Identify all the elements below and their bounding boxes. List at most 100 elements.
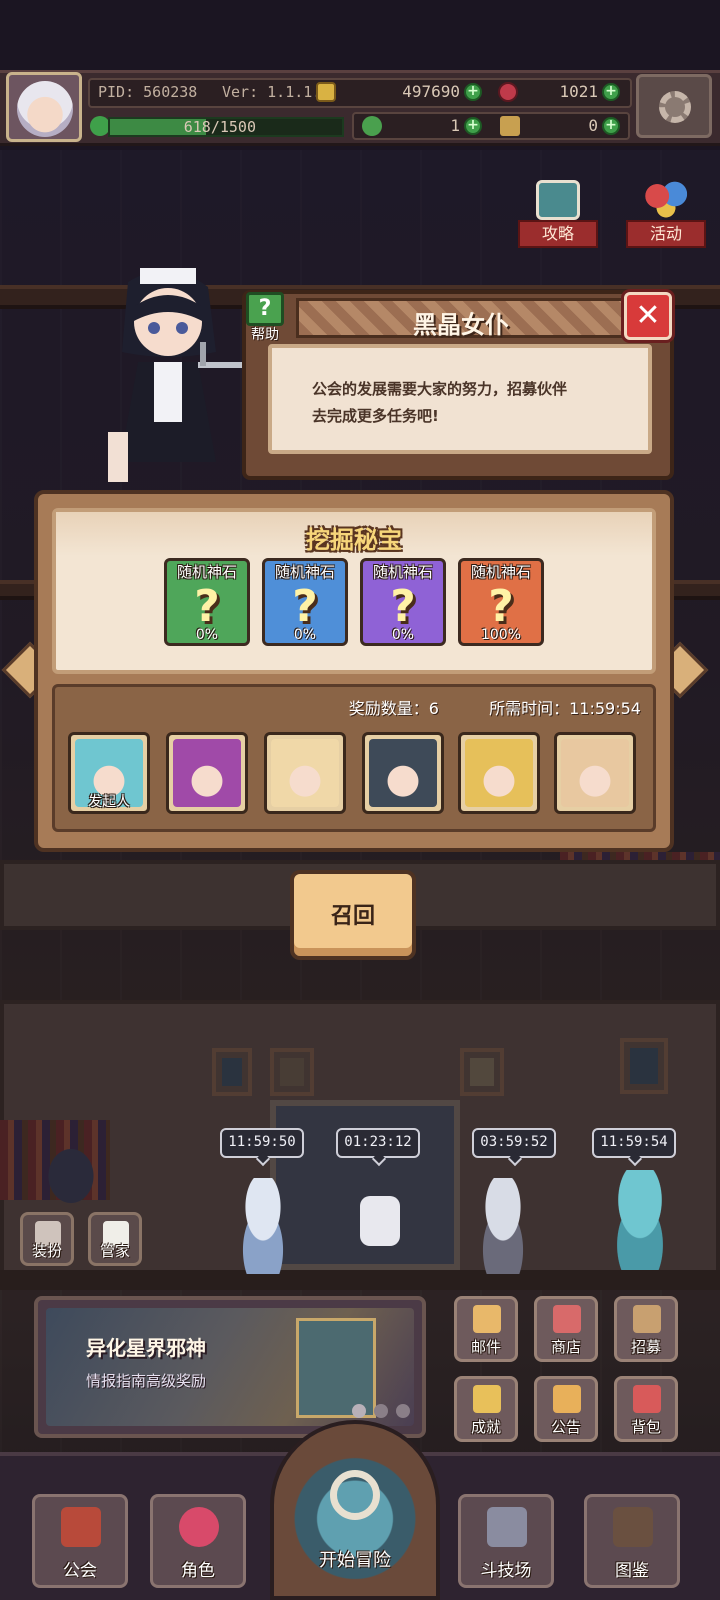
party-hero-6[interactable] [554, 732, 636, 814]
shop-icon [553, 1305, 581, 1333]
banner-page-dot[interactable] [352, 1404, 366, 1418]
initiator-tag: 发起人 [88, 794, 130, 810]
black-crystal-maid-character [108, 268, 246, 482]
stone-percent: 0% [195, 627, 219, 643]
announcement-button[interactable]: 公告 [534, 1376, 598, 1442]
strategy-button[interactable]: 攻略 [518, 176, 598, 254]
achievement-label: 成就 [470, 1418, 501, 1436]
stone-label: 随机神石 [274, 563, 335, 581]
stone-label: 随机神石 [470, 563, 531, 581]
stone-label: 随机神石 [176, 563, 237, 581]
hero-portrait [271, 739, 339, 807]
help-button[interactable]: ? 帮助 [240, 290, 290, 346]
guild-member-3[interactable] [468, 1178, 538, 1274]
party-hero-5[interactable] [458, 732, 540, 814]
key-amount: 0 [588, 116, 598, 135]
achievement-button[interactable]: 成就 [454, 1376, 518, 1442]
nav-arena-label: 斗技场 [480, 1561, 532, 1581]
nav-codex[interactable]: 图鉴 [584, 1494, 680, 1588]
swords-icon [487, 1507, 527, 1547]
mail-icon [473, 1305, 501, 1333]
clover-icon [362, 116, 382, 136]
party-hero-2[interactable] [166, 732, 248, 814]
question-mark-icon: ? [390, 581, 416, 632]
strategy-label: 攻略 [518, 220, 598, 248]
strategy-icon [536, 180, 580, 220]
stone-percent: 0% [391, 627, 415, 643]
backpack-button[interactable]: 背包 [614, 1376, 678, 1442]
help-label: 帮助 [251, 327, 279, 343]
settings-button[interactable] [636, 74, 712, 138]
timer-text: 01:23:12 [344, 1134, 412, 1150]
close-icon: ✕ [635, 298, 661, 333]
banner-page-dot[interactable] [396, 1404, 410, 1418]
dress-up-button[interactable]: 装扮 [20, 1212, 74, 1266]
random-god-stone-4[interactable]: 随机神石 ? 100% [458, 558, 544, 646]
player-avatar[interactable] [6, 72, 82, 142]
gold-coin-icon [316, 82, 336, 102]
random-god-stone-3[interactable]: 随机神石 ? 0% [360, 558, 446, 646]
nav-arena[interactable]: 斗技场 [458, 1494, 554, 1588]
gear-icon [659, 91, 691, 123]
add-key-button[interactable]: + [602, 117, 620, 135]
stone-percent: 0% [293, 627, 317, 643]
party-hero-4[interactable] [362, 732, 444, 814]
dialog-title: 黑晶女仆 [413, 311, 509, 339]
recruit-button[interactable]: 招募 [614, 1296, 678, 1362]
key-icon [500, 116, 520, 136]
nav-character[interactable]: 角色 [150, 1494, 246, 1588]
banner-page-dot[interactable] [374, 1404, 388, 1418]
mail-button[interactable]: 邮件 [454, 1296, 518, 1362]
timer-bubble-3: 03:59:52 [472, 1128, 556, 1167]
dig-title: 挖掘秘宝 [306, 526, 402, 554]
random-god-stone-2[interactable]: 随机神石 ? 0% [262, 558, 348, 646]
timer-bubble-2: 01:23:12 [336, 1128, 420, 1167]
guild-member-1[interactable] [228, 1178, 298, 1274]
player-id: PID: 560238 [98, 83, 198, 101]
party-hero-3[interactable] [264, 732, 346, 814]
character-icon [179, 1507, 219, 1547]
gold-amount: 497690 [402, 82, 460, 101]
hero-portrait [465, 739, 533, 807]
balloon-icon [644, 180, 688, 220]
red-gem-icon [498, 82, 518, 102]
nav-guild[interactable]: 公会 [32, 1494, 128, 1588]
nav-character-label: 角色 [181, 1561, 215, 1581]
time-required: 所需时间：11:59:54 [489, 699, 641, 718]
party-hero-1[interactable]: 发起人 [68, 732, 150, 814]
magnifier-icon [330, 1470, 380, 1520]
guild-member-4[interactable] [600, 1170, 680, 1270]
timer-text: 11:59:54 [600, 1134, 668, 1150]
add-gem-button[interactable]: + [602, 83, 620, 101]
bag-icon [633, 1385, 661, 1413]
stone-percent: 100% [480, 627, 522, 643]
maid-npc[interactable] [36, 1148, 106, 1218]
close-button[interactable]: ✕ [624, 292, 672, 340]
butler-button[interactable]: 管家 [88, 1212, 142, 1266]
timer-bubble-4: 11:59:54 [592, 1128, 676, 1167]
stone-label: 随机神石 [372, 563, 433, 581]
shop-label: 商店 [550, 1338, 581, 1356]
boss-portrait [296, 1318, 376, 1418]
reward-info: 奖励数量：6 所需时间：11:59:54 [349, 695, 641, 719]
dialog-message-line1: 公会的发展需要大家的努力，招募伙伴 [312, 380, 568, 398]
energy-value: 618/1500 [183, 118, 256, 136]
add-clover-button[interactable]: + [464, 117, 482, 135]
backpack-label: 背包 [630, 1418, 661, 1436]
hero-portrait [173, 739, 241, 807]
mail-label: 邮件 [470, 1338, 501, 1356]
hero-portrait [369, 739, 437, 807]
event-button[interactable]: 活动 [626, 176, 706, 254]
add-gold-button[interactable]: + [464, 83, 482, 101]
shop-button[interactable]: 商店 [534, 1296, 598, 1362]
question-mark-icon: ? [194, 581, 220, 632]
random-god-stone-1[interactable]: 随机神石 ? 0% [164, 558, 250, 646]
question-mark-icon: ? [292, 581, 318, 632]
guild-cat[interactable] [360, 1196, 400, 1246]
event-banner[interactable]: 异化星界邪神 情报指南高级奖励 [34, 1296, 426, 1438]
book-icon [613, 1507, 653, 1547]
recall-button[interactable]: 召回 [290, 870, 416, 960]
gem-amount: 1021 [559, 82, 598, 101]
timer-text: 11:59:50 [228, 1134, 296, 1150]
question-mark-icon: ? [488, 581, 514, 632]
